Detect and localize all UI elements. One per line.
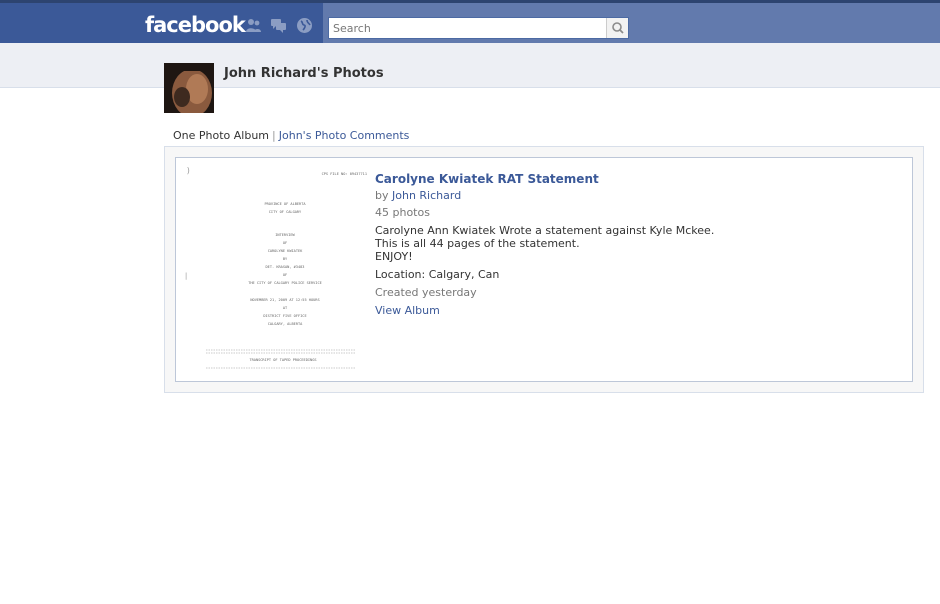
doc-text-line: NOVEMBER 21, 2009 AT 12:55 HOURS	[250, 298, 319, 302]
document-page-image: ) | CPS FILE NO: 09437711 PROVINCE OF AL…	[184, 166, 367, 369]
profile-header-band	[0, 43, 940, 88]
doc-text-line: CALGARY, ALBERTA	[268, 322, 303, 326]
avatar[interactable]	[164, 63, 214, 113]
doc-text-line: OF	[283, 273, 287, 277]
album-subnav: One Photo Album | John's Photo Comments	[173, 129, 409, 142]
notifications-globe-icon[interactable]	[296, 17, 313, 34]
top-bar-edge	[0, 0, 940, 3]
album-owner-link[interactable]: John Richard	[392, 189, 461, 202]
facebook-logo[interactable]: facebook	[145, 12, 246, 38]
doc-footer: TRANSCRIPT OF TAPED PROCEEDINGS	[249, 358, 316, 362]
doc-text-line: CAROLYNE KWIATEK	[268, 249, 303, 253]
doc-text-line: DET. KRASAN, #3483	[266, 265, 305, 269]
thumb-mark: )	[186, 166, 191, 175]
view-album-link[interactable]: View Album	[375, 304, 895, 317]
doc-text-line: CITY OF CALGARY	[269, 210, 302, 214]
thumb-mark: |	[184, 272, 188, 280]
album-created: Created yesterday	[375, 286, 477, 299]
album-title-link[interactable]: Carolyne Kwiatek RAT Statement	[375, 172, 895, 186]
subnav-separator: |	[272, 129, 276, 142]
doc-file-number: CPS FILE NO: 09437711	[322, 172, 367, 176]
album-byline: by John Richard	[375, 189, 895, 202]
doc-text-line: OF	[283, 241, 287, 245]
page-title: John Richard's Photos	[224, 66, 384, 81]
search-button[interactable]	[606, 18, 628, 38]
subnav-current: One Photo Album	[173, 129, 270, 142]
album-description-line: ENJOY!	[375, 250, 413, 263]
search-box	[328, 17, 629, 39]
doc-text-line: INTERVIEW	[275, 233, 295, 237]
album-description: Carolyne Ann Kwiatek Wrote a statement a…	[375, 224, 895, 263]
doc-text-line: BY	[283, 257, 288, 261]
album-description-line: This is all 44 pages of the statement.	[375, 237, 580, 250]
doc-text-line: THE CITY OF CALGARY POLICE SERVICE	[248, 281, 322, 285]
doc-text-line: PROVINCE OF ALBERTA	[264, 202, 306, 206]
byline-prefix: by	[375, 189, 389, 202]
photo-comments-link[interactable]: John's Photo Comments	[279, 129, 410, 142]
search-input[interactable]	[329, 18, 605, 38]
friend-requests-icon[interactable]	[245, 17, 262, 34]
album-location: Location: Calgary, Can	[375, 268, 500, 281]
doc-text-line: DISTRICT FIVE OFFICE	[263, 314, 306, 318]
album-info: Carolyne Kwiatek RAT Statement by John R…	[375, 172, 895, 317]
album-cover-thumbnail[interactable]: ) | CPS FILE NO: 09437711 PROVINCE OF AL…	[181, 162, 369, 376]
magnifier-icon	[612, 22, 624, 34]
album-photo-count: 45 photos	[375, 206, 430, 219]
doc-text-line: AT	[283, 306, 288, 310]
messages-icon[interactable]	[270, 17, 287, 34]
album-description-line: Carolyne Ann Kwiatek Wrote a statement a…	[375, 224, 715, 237]
